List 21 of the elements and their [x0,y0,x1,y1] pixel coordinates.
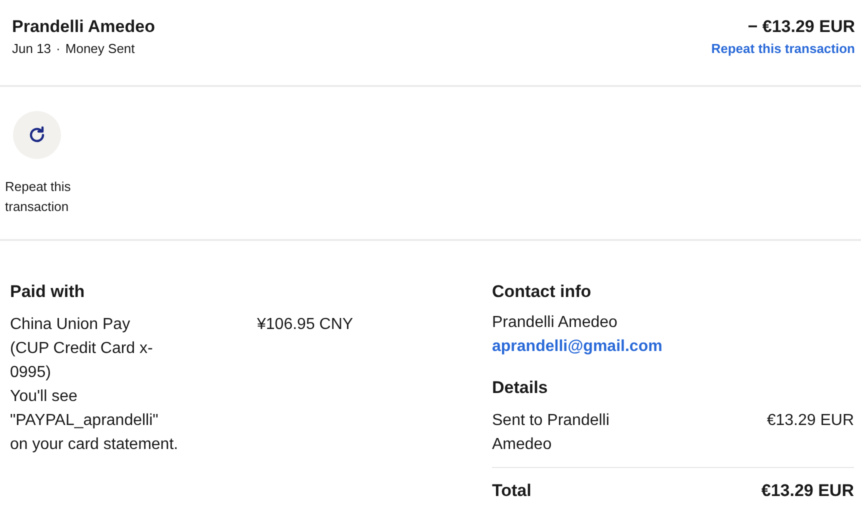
transaction-date: Jun 13 [12,40,52,58]
total-amount: €13.29 EUR [761,480,854,502]
repeat-transaction-link[interactable]: Repeat this transaction [711,40,855,58]
detail-label: Sent to Prandelli Amedeo [492,411,610,455]
repeat-button[interactable] [13,111,61,159]
detail-amount: €13.29 EUR [766,411,854,431]
section-title: Details [492,377,549,399]
contact-name: Prandelli Amedeo [492,313,618,333]
section-title: Paid with [10,281,86,303]
paid-amount: ¥106.95 CNY [257,315,354,335]
repeat-label: Repeat this transaction [5,178,72,216]
total-label: Total [492,480,532,502]
payment-method: China Union Pay (CUP Credit Card x-0995) [10,315,154,383]
email-link[interactable]: aprandelli@gmail.com [492,335,662,359]
separator-dot: · [56,40,60,58]
refresh-icon [27,125,47,145]
payee-name: Prandelli Amedeo [12,16,155,38]
transaction-type: Money Sent [65,40,135,58]
transaction-amount: − €13.29 EUR [748,16,855,38]
statement-note: You'll see "PAYPAL_aprandelli" on your card statement. [10,387,180,455]
section-title: Contact info [492,281,592,303]
